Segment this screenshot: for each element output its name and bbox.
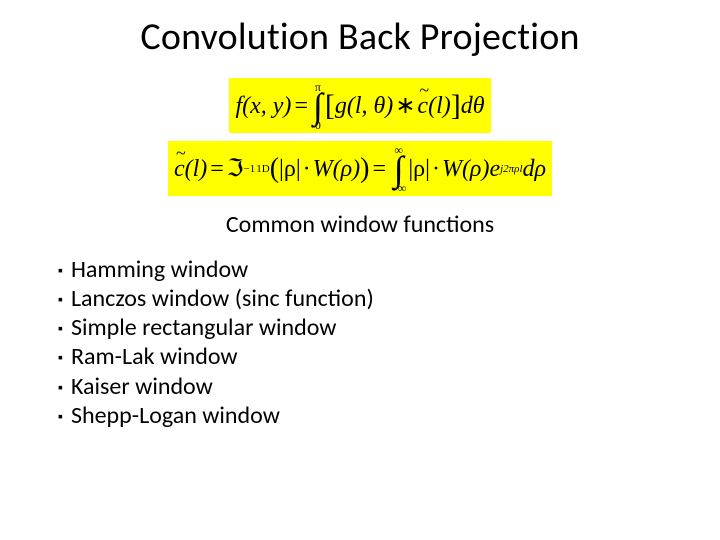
eq1-d: d: [461, 94, 473, 118]
eq1-equals: =: [294, 94, 308, 118]
eq2-absrho2: |ρ|: [408, 157, 430, 181]
slide: Convolution Back Projection f(x, y) = π …: [0, 0, 720, 540]
list-item: ▪ Ram-Lak window: [58, 342, 666, 371]
eq2-integral: ∞ ∫ −∞: [391, 145, 406, 194]
equation-2-wrap: c (l) = ℑ −1 1D ( |ρ| · W (ρ) ) = ∞ ∫ −∞…: [54, 141, 666, 196]
list-item: ▪ Lanczos window (sinc function): [58, 284, 666, 313]
eq1-lhs: f(x, y): [235, 94, 291, 118]
bullet-icon: ▪: [58, 379, 63, 401]
eq1-open-bracket: [: [325, 91, 335, 121]
eq2-e: e: [489, 157, 500, 181]
eq2-dot2: ·: [432, 157, 440, 181]
eq2-equals2: =: [372, 157, 386, 181]
eq2-c-tilde: c: [174, 157, 185, 181]
bullet-icon: ▪: [58, 349, 63, 371]
eq1-c-args: (l): [428, 94, 451, 118]
eq1-g: g: [335, 94, 347, 118]
equation-2: c (l) = ℑ −1 1D ( |ρ| · W (ρ) ) = ∞ ∫ −∞…: [168, 141, 552, 196]
eq2-e-sup: j2πρl: [500, 164, 522, 175]
eq2-open1: (: [270, 155, 279, 183]
eq2-c-args: (l): [185, 157, 208, 181]
bullet-text: Hamming window: [71, 255, 248, 284]
bullet-text: Ram-Lak window: [71, 342, 238, 371]
eq1-integral: π ∫ 0: [313, 82, 323, 131]
eq2-dvar: ρ: [535, 157, 547, 181]
eq2-fourier-sub: 1D: [256, 164, 269, 175]
list-item: ▪ Hamming window: [58, 255, 666, 284]
eq2-dot1: ·: [303, 157, 311, 181]
integral-icon: ∫: [313, 94, 323, 119]
eq1-int-lower: 0: [315, 120, 321, 131]
bullet-icon: ▪: [58, 262, 63, 284]
eq2-fourier-sup: −1: [244, 164, 256, 175]
equation-1-wrap: f(x, y) = π ∫ 0 [ g (l, θ) ∗ c (l) ] d θ: [54, 78, 666, 133]
eq2-W1: W: [313, 157, 333, 181]
eq2-int-lower: −∞: [391, 183, 406, 194]
bullet-text: Kaiser window: [71, 372, 213, 401]
integral-icon: ∫: [394, 157, 404, 182]
equation-1: f(x, y) = π ∫ 0 [ g (l, θ) ∗ c (l) ] d θ: [229, 78, 490, 133]
list-item: ▪ Kaiser window: [58, 372, 666, 401]
eq1-dvar: θ: [473, 94, 485, 118]
subtitle: Common window functions: [54, 210, 666, 239]
eq1-g-args: (l, θ): [347, 94, 393, 118]
bullet-list: ▪ Hamming window ▪ Lanczos window (sinc fu…: [54, 255, 666, 431]
bullet-icon: ▪: [58, 408, 63, 430]
bullet-text: Simple rectangular window: [71, 313, 337, 342]
list-item: ▪ Shepp-Logan window: [58, 401, 666, 430]
bullet-text: Shepp-Logan window: [71, 401, 280, 430]
eq2-d: d: [523, 157, 535, 181]
page-title: Convolution Back Projection: [54, 14, 666, 60]
eq2-fourier: ℑ: [227, 157, 244, 181]
bullet-icon: ▪: [58, 291, 63, 313]
eq1-conv: ∗: [395, 94, 415, 118]
eq1-c-tilde: c: [417, 94, 428, 118]
eq2-close1: ): [360, 155, 369, 183]
list-item: ▪ Simple rectangular window: [58, 313, 666, 342]
eq2-W2-args: (ρ): [462, 157, 490, 181]
eq2-W1-args: (ρ): [333, 157, 361, 181]
bullet-text: Lanczos window (sinc function): [71, 284, 374, 313]
eq2-W2: W: [442, 157, 462, 181]
eq1-close-bracket: ]: [451, 91, 461, 121]
bullet-icon: ▪: [58, 320, 63, 342]
eq2-equals1: =: [210, 157, 224, 181]
eq2-absrho1: |ρ|: [279, 157, 301, 181]
